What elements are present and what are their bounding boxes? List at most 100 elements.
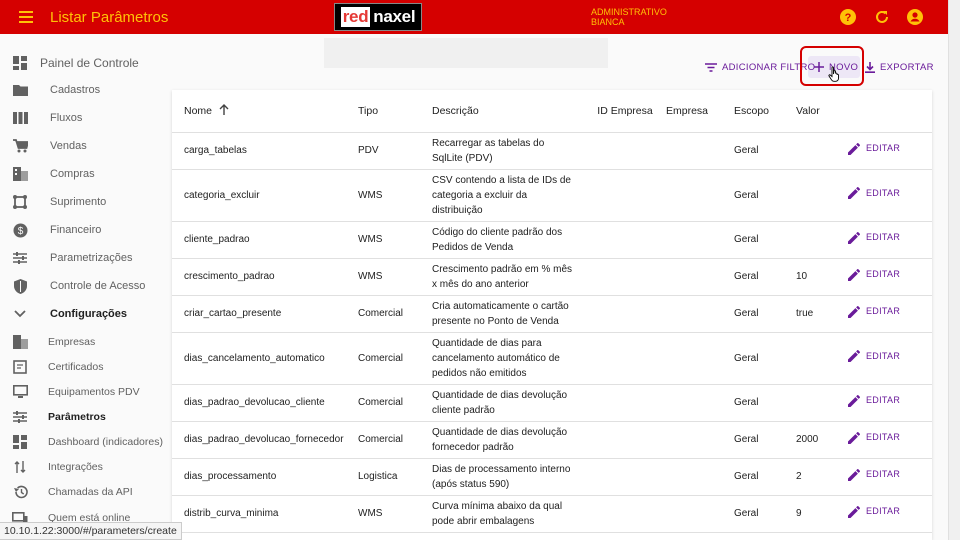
cell-id-empresa [584,132,666,170]
menu-icon[interactable] [14,5,38,29]
edit-button[interactable]: EDITAR [848,504,900,519]
user-name: BIANCA [591,17,625,27]
table-row[interactable]: dias_cancelamento_automatico Comercial Qua… [172,332,932,385]
col-descricao[interactable]: Descrição [432,90,584,133]
table-row[interactable]: dias_padrao_devolucao_cliente Comercial Qu… [172,384,932,422]
table-row[interactable]: distrib_curva_minima WMS Curva mínima abai… [172,495,932,533]
sidebar-item-vendas[interactable]: Vendas [0,134,170,158]
cell-tipo: Comercial [358,384,432,422]
sidebar-item-cadastros[interactable]: Cadastros [0,78,170,102]
help-icon[interactable]: ? [839,8,857,26]
chevron-down-icon [12,306,28,322]
col-nome[interactable]: Nome [172,90,358,133]
table-row[interactable]: dias_padrao_devolucao_fornecedor Comercia… [172,421,932,459]
cell-nome: crescimento_padrao [172,258,358,296]
sidebar-item-label: Controle de Acesso [50,280,146,292]
edit-button[interactable]: EDITAR [848,393,900,408]
cell-nome: dias_padrao_devolucao_cliente [172,384,358,422]
edit-button[interactable]: EDITAR [848,186,900,201]
download-icon [865,61,875,73]
cell-tipo: WMS [358,495,432,533]
pencil-icon [848,268,860,281]
table-row[interactable]: cliente_padrao WMS Código do cliente padrã… [172,221,932,259]
sidebar-item-label: Painel de Controle [40,56,139,70]
table-row[interactable]: criar_cartao_presente Comercial Cria autom… [172,295,932,333]
sidebar-item-configuracoes[interactable]: Configurações [0,302,170,326]
cell-valor: 10 [796,258,848,296]
edit-button[interactable]: EDITAR [848,141,900,156]
sidebar-item-equipamentos-pdv[interactable]: Equipamentos PDV [0,380,170,404]
cell-valor: 2 [796,458,848,496]
edit-label: EDITAR [866,506,901,517]
edit-button[interactable]: EDITAR [848,349,900,364]
sidebar-item-controle-de-acesso[interactable]: Controle de Acesso [0,274,170,298]
cell-valor [796,169,848,222]
sidebar-item-label: Cadastros [50,84,101,96]
add-filter-button[interactable]: ADICIONAR FILTRO [705,56,815,78]
sidebar-item-label: Certificados [48,361,104,373]
cell-empresa [666,132,734,170]
sidebar-item-suprimento[interactable]: Suprimento [0,190,170,214]
cell-empresa [666,221,734,259]
sidebar-item-dashboard[interactable]: Painel de Controle [0,51,170,75]
sidebar-item-label: Fluxos [50,112,83,124]
cell-descricao: Curva mínima abaixo da qual pode abrir e… [432,495,584,533]
edit-label: EDITAR [866,232,901,243]
dashboard-icon [12,434,28,450]
sidebar-item-compras[interactable]: Compras [0,162,170,186]
cell-actions: EDITAR [848,132,932,170]
cell-escopo: Geral [734,258,796,296]
sidebar-item-financeiro[interactable]: $ Financeiro [0,218,170,242]
sidebar-item-label: Dashboard (indicadores) [48,436,163,448]
sort-up-icon[interactable] [219,104,229,116]
edit-button[interactable]: EDITAR [848,430,900,445]
edit-button[interactable]: EDITAR [848,304,900,319]
export-button[interactable]: EXPORTAR [865,56,934,78]
table-row[interactable]: categoria_excluir WMS CSV contendo a lista… [172,169,932,222]
money-icon: $ [12,222,28,238]
page-title: Listar Parâmetros [50,8,169,26]
building-icon [12,334,28,350]
account-icon[interactable] [906,8,924,26]
cell-valor: 9 [796,495,848,533]
cell-tipo: Logistica [358,458,432,496]
sidebar-item-parametros[interactable]: Parâmetros [0,405,170,429]
page-scrollbar[interactable] [948,0,960,540]
cell-actions: EDITAR [848,495,932,533]
table-row[interactable]: crescimento_padrao WMS Crescimento padrão … [172,258,932,296]
table-row[interactable]: dias_processamento Logistica Dias de proce… [172,458,932,496]
col-id-empresa[interactable]: ID Empresa [584,90,666,133]
sidebar-item-integracoes[interactable]: Integrações [0,455,170,479]
sidebar-item-certificados[interactable]: Certificados [0,355,170,379]
folder-icon [12,82,28,98]
sidebar: Painel de Controle Cadastros Fluxos Vend… [0,34,170,540]
sidebar-item-empresas[interactable]: Empresas [0,330,170,354]
edit-button[interactable]: EDITAR [848,467,900,482]
edit-label: EDITAR [866,143,901,154]
col-actions [848,90,932,133]
pencil-icon [848,350,860,363]
refresh-icon[interactable] [873,8,891,26]
sidebar-item-fluxos[interactable]: Fluxos [0,106,170,130]
sidebar-item-dashboard-indicadores[interactable]: Dashboard (indicadores) [0,430,170,454]
edit-label: EDITAR [866,187,901,198]
table-row[interactable]: carga_tabelas PDV Recarregar as tabelas do… [172,132,932,170]
brand-logo: red naxel [334,3,422,31]
col-empresa[interactable]: Empresa [666,90,734,133]
sidebar-item-chamadas-api[interactable]: Chamadas da API [0,480,170,504]
cell-nome: dias_processamento [172,458,358,496]
cell-nome: carga_tabelas [172,132,358,170]
col-valor[interactable]: Valor [796,90,848,133]
cell-empresa [666,295,734,333]
dashboard-icon [12,55,28,71]
edit-label: EDITAR [866,469,901,480]
cell-descricao: Dias de processamento interno (após stat… [432,458,584,496]
col-tipo[interactable]: Tipo [358,90,432,133]
cell-actions: EDITAR [848,332,932,385]
cell-id-empresa [584,258,666,296]
cell-actions: EDITAR [848,258,932,296]
col-escopo[interactable]: Escopo [734,90,796,133]
sidebar-item-parametrizacoes[interactable]: Parametrizações [0,246,170,270]
edit-button[interactable]: EDITAR [848,230,900,245]
edit-button[interactable]: EDITAR [848,267,900,282]
